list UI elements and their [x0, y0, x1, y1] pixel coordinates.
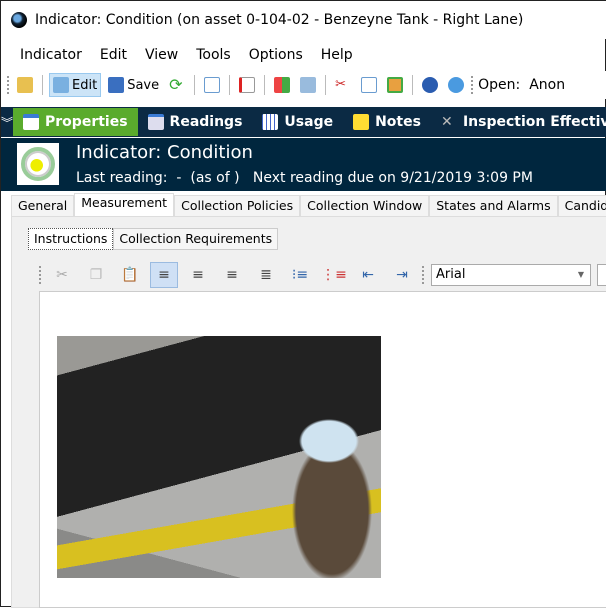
- info-button[interactable]: [445, 73, 467, 97]
- save-label: Save: [127, 77, 160, 93]
- dropdown-arrow-icon: ▼: [577, 270, 584, 279]
- toolbar-grip[interactable]: [7, 76, 10, 94]
- separator: [194, 75, 196, 95]
- tab-states-and-alarms[interactable]: States and Alarms: [429, 195, 558, 216]
- font-value: Arial: [436, 267, 466, 282]
- numbered-list-icon[interactable]: ⋮≡: [320, 262, 348, 288]
- up-folder-button[interactable]: [14, 73, 36, 97]
- toolbar-grip[interactable]: [471, 76, 474, 94]
- separator: [264, 75, 266, 95]
- align-center-icon[interactable]: ≡: [184, 262, 212, 288]
- toolbar-grip[interactable]: [422, 266, 425, 284]
- nav-tab-readings[interactable]: Readings: [138, 108, 253, 136]
- menu-options[interactable]: Options: [240, 43, 312, 67]
- copy-icon[interactable]: ❐: [82, 262, 110, 288]
- header-title: Indicator: Condition: [76, 142, 253, 163]
- subtab-strip: Instructions Collection Requirements: [28, 228, 279, 250]
- copy2-button[interactable]: [358, 73, 380, 97]
- windows-button[interactable]: [271, 73, 293, 97]
- align-left-icon[interactable]: ≡: [150, 262, 178, 288]
- app-icon: [11, 12, 27, 28]
- justify-icon[interactable]: ≣: [252, 262, 280, 288]
- info-icon: [448, 77, 465, 93]
- help-button[interactable]: [419, 73, 441, 97]
- tab-measurement[interactable]: Measurement: [74, 193, 175, 216]
- separator: [325, 75, 327, 95]
- note-icon: [353, 114, 370, 130]
- help-icon: [422, 77, 439, 93]
- copy-button[interactable]: [201, 73, 223, 97]
- header-subtitle: Last reading: - (as of ) Next reading du…: [76, 170, 533, 186]
- separator: [412, 75, 414, 95]
- toolbar-grip[interactable]: [39, 266, 42, 284]
- nav-tab-usage[interactable]: Usage: [252, 108, 343, 136]
- cut-icon[interactable]: ✂: [48, 262, 76, 288]
- save-button[interactable]: Save: [105, 73, 162, 97]
- folder-up-icon: [17, 77, 33, 93]
- nav-tab-notes[interactable]: Notes: [343, 108, 431, 136]
- separator: [42, 75, 43, 95]
- menu-tools[interactable]: Tools: [187, 43, 240, 67]
- copy-icon: [361, 77, 378, 93]
- nav-label: Inspection Effectiv: [462, 114, 606, 130]
- gauge-icon: [17, 143, 59, 185]
- font-select[interactable]: Arial ▼: [431, 264, 591, 286]
- title-bar: Indicator: Condition (on asset 0-104-02 …: [1, 1, 606, 39]
- window-icon: [23, 114, 40, 130]
- separator: [229, 75, 231, 95]
- window-title: Indicator: Condition (on asset 0-104-02 …: [35, 12, 524, 28]
- report-icon: [239, 77, 256, 93]
- windows-icon: [274, 77, 291, 93]
- open-input[interactable]: Anon: [524, 71, 606, 99]
- tab-strip: General Measurement Collection Policies …: [11, 193, 606, 216]
- nav-bar: ︾ Properties Readings Usage Notes ✕ Inspe…: [1, 107, 606, 137]
- cut-button[interactable]: ✂: [332, 73, 354, 97]
- indicator-header: Indicator: Condition Last reading: - (as…: [1, 138, 606, 191]
- nav-label: Properties: [45, 114, 128, 130]
- nav-tab-inspection[interactable]: ✕ Inspection Effectiv: [431, 108, 606, 136]
- paste-icon[interactable]: 📋: [116, 262, 144, 288]
- paste-icon: [387, 77, 404, 93]
- report-button[interactable]: [236, 73, 258, 97]
- tab-collection-policies[interactable]: Collection Policies: [174, 195, 301, 216]
- edit-icon: [53, 77, 69, 93]
- tab-collection-window[interactable]: Collection Window: [300, 195, 430, 216]
- align-right-icon[interactable]: ≡: [218, 262, 246, 288]
- link-icon: [300, 77, 317, 93]
- save-icon: [108, 77, 125, 93]
- copy-icon: [204, 77, 221, 93]
- instruction-photo: [57, 336, 381, 578]
- subtab-collection-requirements[interactable]: Collection Requirements: [113, 228, 279, 250]
- menu-help[interactable]: Help: [312, 43, 362, 67]
- tab-candidate[interactable]: Candidate: [557, 195, 606, 216]
- tab-general[interactable]: General: [11, 195, 75, 216]
- menu-edit[interactable]: Edit: [91, 43, 136, 67]
- menu-bar: Indicator Edit View Tools Options Help: [1, 43, 362, 67]
- scissors-icon: ✂: [335, 77, 347, 92]
- tools-icon: ✕: [440, 114, 453, 130]
- indent-icon[interactable]: ⇥: [388, 262, 416, 288]
- subtab-instructions[interactable]: Instructions: [28, 228, 114, 250]
- chart-icon: [147, 114, 164, 130]
- edit-label: Edit: [72, 77, 98, 93]
- refresh-button[interactable]: ⟳: [166, 73, 188, 97]
- open-label: Open:: [478, 77, 521, 93]
- toolbar: Edit Save ⟳ ✂ Open: Anon: [1, 71, 606, 99]
- edit-button[interactable]: Edit: [49, 73, 102, 97]
- grid-icon: [262, 114, 279, 130]
- menu-view[interactable]: View: [136, 43, 187, 67]
- refresh-icon: ⟳: [169, 75, 183, 94]
- nav-tab-properties[interactable]: Properties: [13, 108, 138, 136]
- bullet-list-icon[interactable]: ⁝≡: [286, 262, 314, 288]
- nav-label: Readings: [169, 114, 243, 130]
- menu-indicator[interactable]: Indicator: [11, 43, 91, 67]
- paste-button[interactable]: [384, 73, 406, 97]
- nav-label: Notes: [375, 114, 421, 130]
- outdent-icon[interactable]: ⇤: [354, 262, 382, 288]
- chevron-double-down-icon[interactable]: ︾: [1, 114, 13, 131]
- editor-toolbar: ✂ ❐ 📋 ≡ ≡ ≡ ≣ ⁝≡ ⋮≡ ⇤ ⇥ Arial ▼: [37, 261, 606, 289]
- link-button[interactable]: [297, 73, 319, 97]
- font-size-select[interactable]: [597, 264, 606, 286]
- nav-label: Usage: [284, 114, 334, 130]
